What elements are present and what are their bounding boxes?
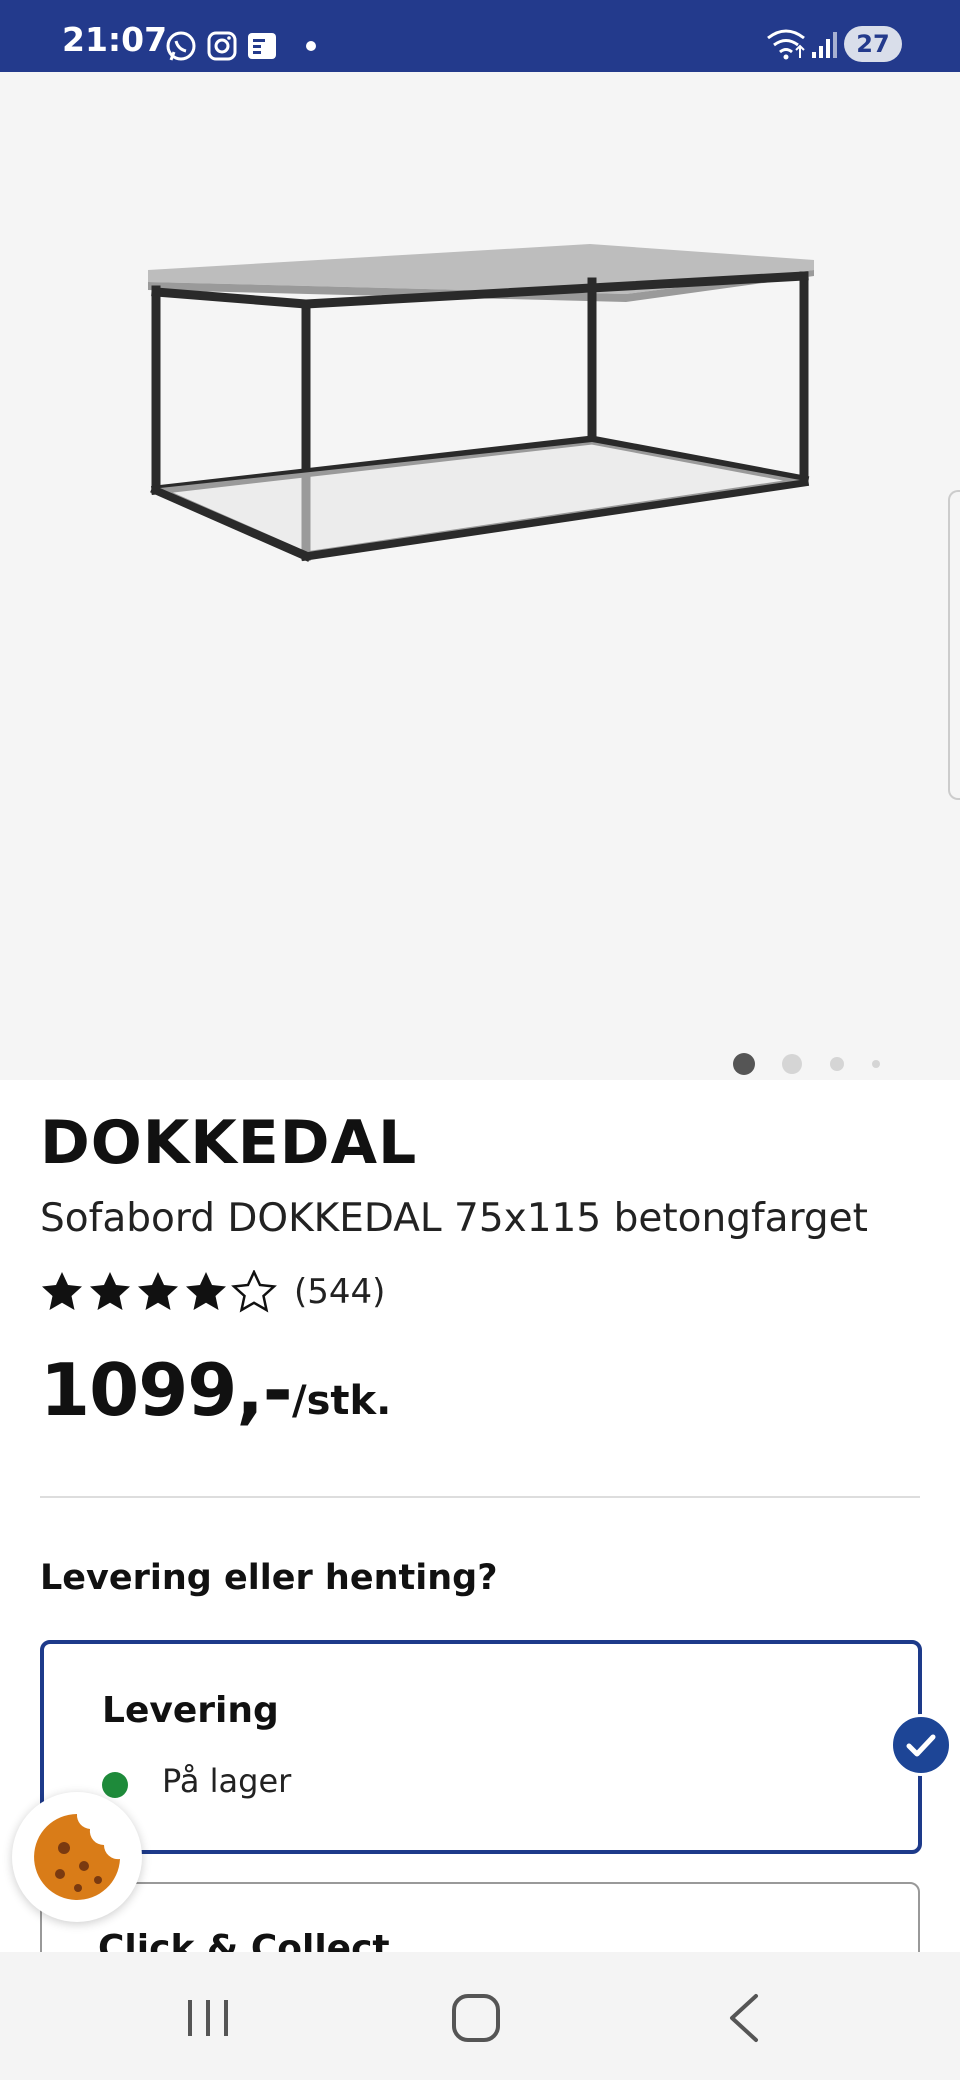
status-bar: 21:07 27 <box>0 0 960 72</box>
system-nav-bar <box>0 1952 960 2080</box>
carousel-dot-2 <box>782 1054 802 1074</box>
delivery-question: Levering eller henting? <box>40 1558 498 1598</box>
cookie-icon <box>34 1814 120 1900</box>
signal-icon <box>812 32 837 58</box>
dot-icon <box>306 41 316 51</box>
rating-count[interactable]: (544) <box>294 1272 385 1312</box>
side-panel-handle[interactable] <box>948 490 960 800</box>
cookie-settings-button[interactable] <box>12 1792 142 1922</box>
divider <box>40 1496 920 1498</box>
home-icon[interactable] <box>446 1988 506 2048</box>
product-description: Sofabord DOKKEDAL 75x115 betongfarget <box>40 1196 868 1241</box>
star-4 <box>186 1272 226 1310</box>
battery-icon: 27 <box>844 26 902 62</box>
selected-check-icon <box>890 1714 952 1776</box>
stock-status-label: På lager <box>162 1762 292 1800</box>
product-image-carousel[interactable] <box>0 72 960 1080</box>
carousel-dots[interactable] <box>730 1052 890 1076</box>
carousel-dot-3 <box>830 1057 844 1071</box>
back-icon[interactable] <box>716 1988 776 2048</box>
delivery-option-levering[interactable]: Levering På lager <box>40 1640 922 1854</box>
recent-apps-icon[interactable] <box>178 1988 238 2048</box>
carousel-dot-4 <box>872 1060 880 1068</box>
rating-stars-icon <box>42 1270 277 1313</box>
notification-icons <box>166 31 316 61</box>
product-rating[interactable]: (544) <box>40 1268 385 1316</box>
instagram-icon <box>207 31 237 61</box>
option-title: Levering <box>102 1690 279 1731</box>
product-price: 1099,- <box>40 1348 293 1432</box>
news-icon <box>248 33 276 59</box>
coffee-table-image <box>148 244 814 562</box>
product-brand: DOKKEDAL <box>40 1108 418 1178</box>
wifi-icon <box>767 29 805 60</box>
star-1 <box>42 1272 82 1310</box>
status-time: 21:07 <box>62 20 168 59</box>
star-5 <box>231 1270 277 1313</box>
star-3 <box>138 1272 178 1310</box>
star-2 <box>90 1272 130 1310</box>
whatsapp-icon <box>166 31 196 61</box>
price-unit: /stk. <box>292 1378 392 1424</box>
carousel-dot-1 <box>733 1053 755 1075</box>
